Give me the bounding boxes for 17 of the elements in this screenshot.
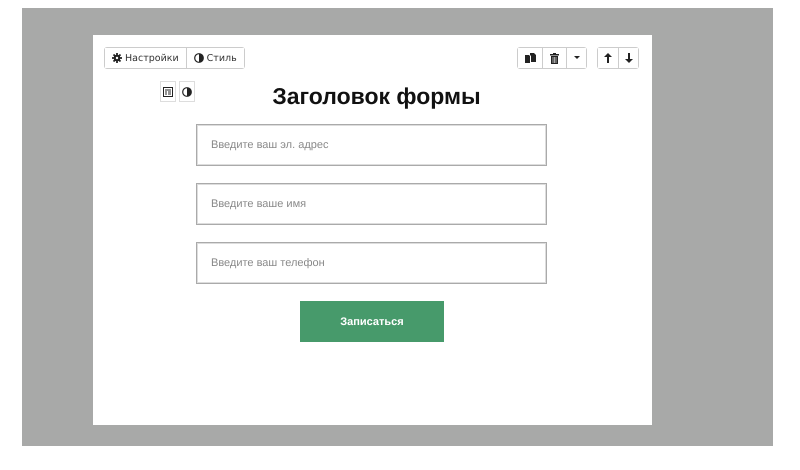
form-icon-button[interactable] bbox=[160, 81, 176, 102]
style-button[interactable]: Стиль bbox=[186, 48, 244, 68]
contrast-icon bbox=[182, 86, 192, 96]
input-field[interactable]: Введите ваш телефон bbox=[196, 242, 547, 284]
input-field[interactable]: Введите ваш эл. адрес bbox=[196, 124, 547, 166]
caret-icon bbox=[574, 56, 580, 60]
input-field[interactable]: Введите ваше имя bbox=[196, 183, 547, 225]
contrast-icon bbox=[194, 53, 204, 63]
form-title: Заголовок формы bbox=[272, 83, 481, 110]
form-icon bbox=[163, 86, 173, 96]
arrow-down-icon bbox=[624, 53, 632, 63]
gear-icon bbox=[112, 53, 122, 63]
trash-icon bbox=[550, 52, 559, 64]
contrast-button[interactable] bbox=[179, 81, 195, 102]
copy-icon bbox=[524, 52, 536, 64]
arrow-up-icon bbox=[604, 53, 612, 63]
move-down-button[interactable] bbox=[618, 48, 638, 68]
